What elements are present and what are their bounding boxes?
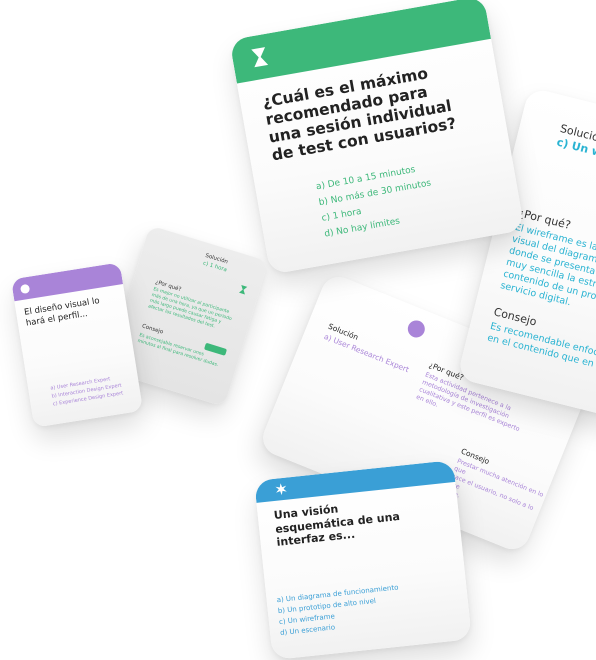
hourglass-icon	[238, 285, 248, 295]
card-blue-question: Una visión esquemática de una interfaz e…	[254, 460, 472, 660]
card-green-question: ¿Cuál es el máximo recomendado para una …	[229, 0, 525, 275]
solution-answer: a) User Research Expert	[322, 331, 411, 375]
question-text: Una visión esquemática de una interfaz e…	[273, 502, 401, 549]
card-purple-question: El diseño visual lo hará el perfil... a)…	[10, 262, 144, 428]
circle-icon	[405, 317, 428, 341]
why-text: El wireframe es la re visual del diagram…	[499, 221, 596, 309]
tip-text: Es recomendable enfoc en el contenido qu…	[486, 320, 596, 370]
options-list: a) User Research Expert b) Interaction D…	[50, 374, 124, 409]
card-header	[229, 0, 492, 84]
question-text: El diseño visual lo hará el perfil...	[23, 295, 101, 329]
question-text: ¿Cuál es el máximo recomendado para una …	[261, 64, 458, 165]
hourglass-icon	[251, 47, 269, 68]
card-header	[10, 262, 124, 302]
options-list: a) De 10 a 15 minutos b) No más de 30 mi…	[315, 160, 438, 243]
options-list: a) Un diagrama de funcionamiento b) Un p…	[276, 582, 402, 639]
star-icon	[275, 483, 287, 496]
